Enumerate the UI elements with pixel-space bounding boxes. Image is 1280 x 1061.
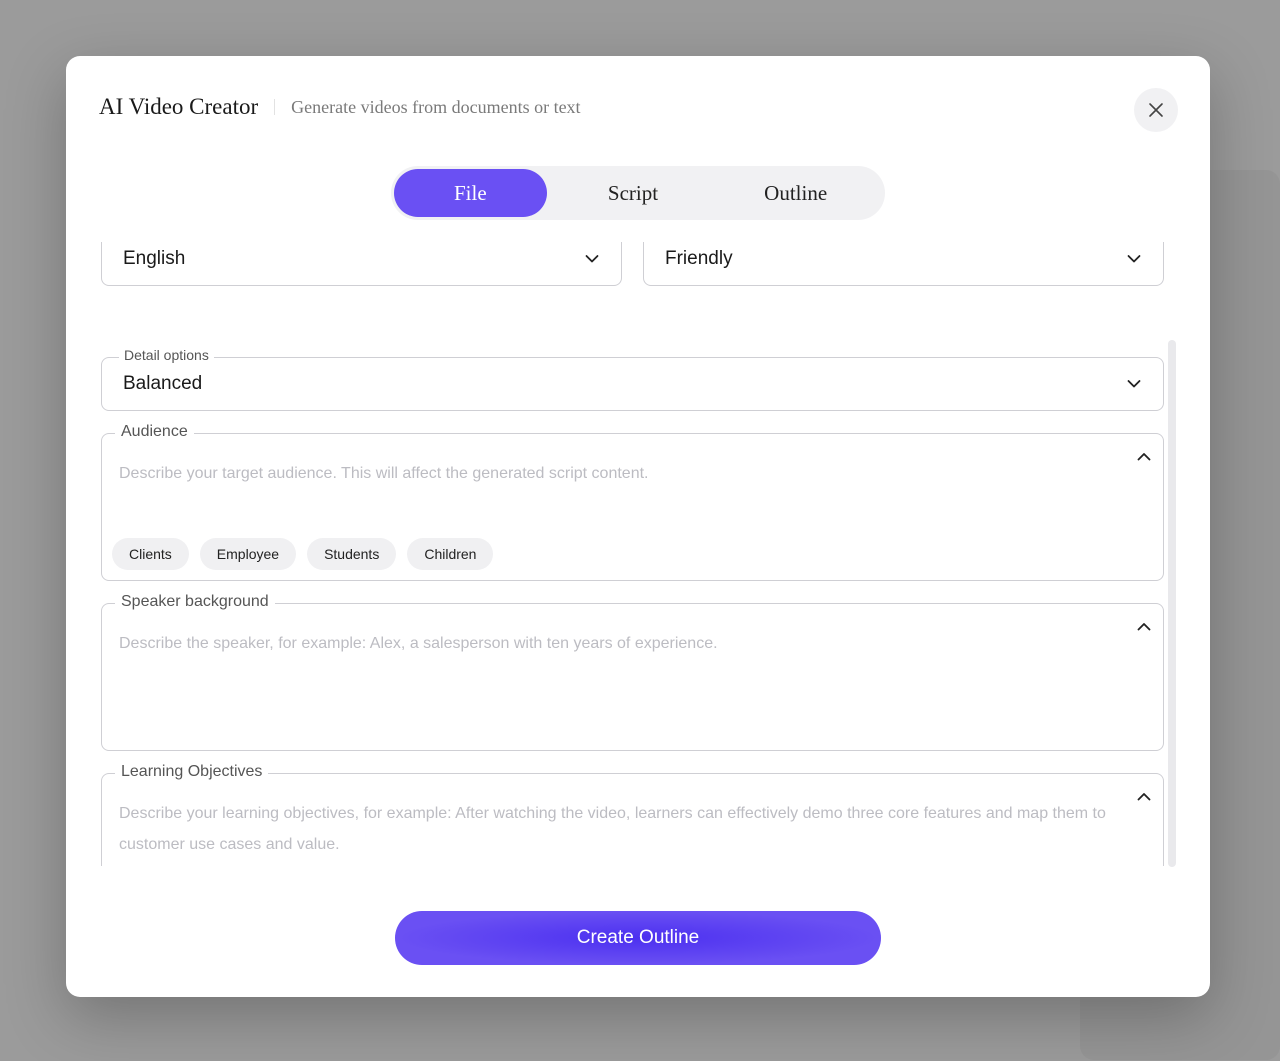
tone-select[interactable]: Friendly	[643, 242, 1164, 286]
tab-file[interactable]: File	[394, 169, 547, 217]
close-button[interactable]	[1134, 88, 1178, 132]
audience-label: Audience	[115, 423, 194, 441]
audience-chips: Clients Employee Students Children	[112, 538, 504, 570]
speaker-background-label: Speaker background	[115, 593, 275, 611]
chevron-down-icon	[1127, 380, 1141, 388]
speaker-background-input[interactable]	[119, 628, 1109, 721]
ai-video-creator-modal: AI Video Creator Generate videos from do…	[66, 56, 1210, 997]
tab-script[interactable]: Script	[557, 169, 710, 217]
tone-value: Friendly	[665, 248, 733, 269]
chip-students[interactable]: Students	[307, 538, 397, 570]
language-value: English	[123, 248, 186, 269]
speaker-background-field: Speaker background	[101, 593, 1164, 751]
create-outline-button[interactable]: Create Outline	[395, 911, 881, 965]
close-icon	[1149, 103, 1163, 117]
chevron-down-icon	[585, 255, 599, 263]
chevron-up-icon[interactable]	[1137, 622, 1151, 631]
chip-employee[interactable]: Employee	[199, 538, 297, 570]
learning-objectives-field: Learning Objectives	[101, 763, 1164, 866]
learning-objectives-input[interactable]	[119, 798, 1109, 866]
chevron-down-icon	[1127, 255, 1141, 263]
tab-outline[interactable]: Outline	[719, 169, 872, 217]
detail-options-label: Detail options	[119, 347, 214, 363]
form-scrollbar[interactable]	[1168, 340, 1176, 867]
chip-children[interactable]: Children	[407, 538, 494, 570]
modal-header: AI Video Creator Generate videos from do…	[99, 92, 581, 122]
audience-input[interactable]	[119, 458, 1109, 520]
header-divider	[274, 99, 276, 115]
detail-options-select[interactable]: Balanced	[101, 357, 1164, 411]
form-scroll-area[interactable]: English Friendly Balanced Detail options…	[101, 242, 1166, 866]
chip-clients[interactable]: Clients	[112, 538, 189, 570]
language-select[interactable]: English	[101, 242, 622, 286]
audience-field: Audience Clients Employee Students Child…	[101, 423, 1164, 581]
chevron-up-icon[interactable]	[1137, 452, 1151, 461]
learning-objectives-label: Learning Objectives	[115, 763, 269, 781]
mode-tabs: File Script Outline	[391, 166, 885, 220]
modal-subtitle: Generate videos from documents or text	[291, 96, 581, 117]
detail-options-value: Balanced	[123, 373, 203, 394]
chevron-up-icon[interactable]	[1137, 792, 1151, 801]
modal-title: AI Video Creator	[99, 94, 259, 119]
